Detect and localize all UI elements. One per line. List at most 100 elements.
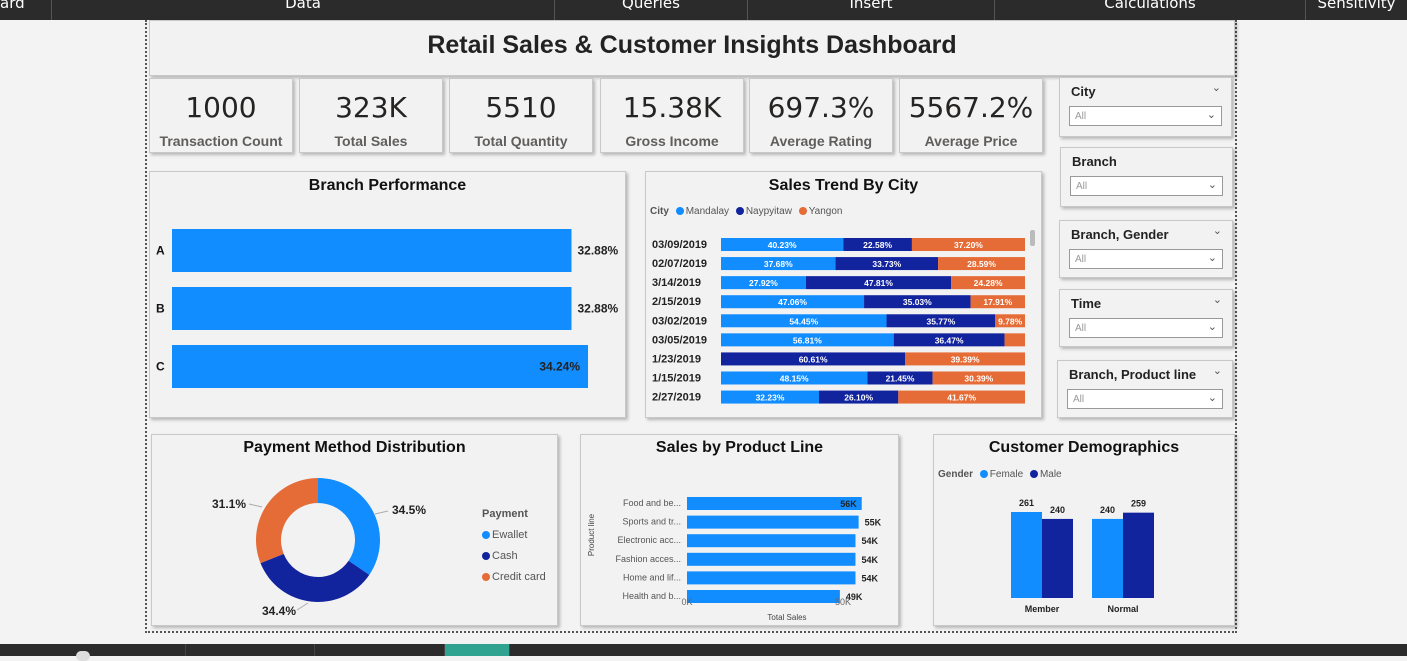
branch-performance-chart: A 32.88% B 32.88% C 34.24%: [156, 229, 619, 388]
leader-line: [248, 503, 263, 508]
kpi-label: Transaction Count: [159, 133, 283, 149]
slicer-label: Branch, Product line: [1069, 367, 1197, 382]
page-tabs-bar: [0, 644, 1407, 661]
kpi-card-total-quantity[interactable]: 5510 Total Quantity: [449, 78, 593, 153]
data-label: 32.88%: [577, 244, 618, 258]
data-label: 259: [1131, 499, 1146, 509]
slicer-branch-gender[interactable]: Branch, Gender ⌄ All ⌄: [1059, 220, 1233, 278]
slicer-city[interactable]: City ⌄ All ⌄: [1059, 77, 1232, 137]
slicer-value: All: [1075, 323, 1087, 334]
legend-item[interactable]: Cash: [492, 550, 518, 562]
data-label: 31.1%: [212, 497, 246, 511]
slicer-dropdown[interactable]: All ⌄: [1070, 176, 1223, 196]
bar: [172, 345, 589, 388]
kpi-card-average-price[interactable]: 5567.2% Average Price: [899, 78, 1043, 153]
page-tab[interactable]: [0, 644, 186, 661]
slicer-dropdown[interactable]: All ⌄: [1069, 249, 1223, 269]
ribbon-tab-sensitivity[interactable]: Sensitivity: [1306, 0, 1407, 20]
product-line-visual[interactable]: Sales by Product Line Product line Food a…: [580, 434, 899, 626]
slicer-value: All: [1073, 394, 1085, 405]
data-label: 30.39%: [964, 373, 993, 383]
category-label: Food and be...: [623, 498, 681, 508]
chevron-down-icon: ⌄: [1207, 252, 1217, 264]
dashboard-title: Retail Sales & Customer Insights Dashboa…: [427, 31, 957, 59]
customer-demographics-visual[interactable]: Customer Demographics Gender Female Male…: [933, 434, 1235, 626]
data-label: 47.81%: [864, 278, 893, 288]
scrollbar-thumb[interactable]: [1030, 230, 1035, 246]
kpi-value: 15.38K: [622, 91, 722, 124]
sales-trend-visual[interactable]: Sales Trend By City City Mandalay Naypyi…: [645, 171, 1042, 418]
page-icon: [76, 651, 90, 661]
category-label: Member: [1025, 604, 1060, 614]
chevron-down-icon[interactable]: ⌄: [1213, 364, 1222, 377]
bar: [1123, 512, 1154, 598]
data-label: 27.92%: [749, 278, 778, 288]
page-tab-active[interactable]: [445, 644, 510, 656]
bar: [687, 534, 856, 548]
ribbon-bar: ard Data Queries Insert Calculations Sen…: [0, 0, 1407, 20]
payment-method-visual[interactable]: Payment Method Distribution 34.5% 34.4% 31…: [151, 434, 558, 626]
data-label: 54K: [861, 536, 878, 546]
slicer-dropdown[interactable]: All ⌄: [1069, 106, 1222, 126]
data-label: 32.23%: [756, 393, 785, 403]
data-label: 240: [1050, 505, 1065, 515]
data-label: 21.45%: [886, 373, 915, 383]
slicer-branch-product-line[interactable]: Branch, Product line ⌄ All ⌄: [1057, 360, 1233, 418]
bar: [687, 552, 856, 566]
legend-item[interactable]: Credit card: [492, 571, 546, 583]
kpi-card-gross-income[interactable]: 15.38K Gross Income: [600, 78, 744, 153]
kpi-card-transaction-count[interactable]: 1000 Transaction Count: [149, 78, 293, 153]
data-label: 54K: [861, 555, 878, 565]
ribbon-tab-data[interactable]: Data: [52, 0, 555, 20]
leader-line: [374, 510, 389, 515]
data-label: 47.06%: [778, 297, 807, 307]
bar: [687, 590, 840, 603]
bar: [1011, 512, 1042, 598]
kpi-label: Total Sales: [334, 133, 408, 149]
category-label: 3/14/2019: [652, 277, 701, 289]
kpi-card-total-sales[interactable]: 323K Total Sales: [299, 78, 443, 153]
kpi-card-average-rating[interactable]: 697.3% Average Rating: [749, 78, 893, 153]
slicer-label: Branch, Gender: [1071, 227, 1169, 242]
data-label: 54K: [861, 573, 878, 583]
page-tab[interactable]: [186, 644, 315, 656]
payment-legend: Payment Ewallet Cash Credit card: [482, 504, 546, 588]
kpi-label: Gross Income: [625, 133, 719, 149]
kpi-value: 323K: [335, 91, 407, 124]
chevron-down-icon[interactable]: ⌄: [1212, 81, 1221, 94]
chevron-down-icon[interactable]: ⌄: [1213, 293, 1222, 306]
title-card: Retail Sales & Customer Insights Dashboa…: [149, 20, 1235, 76]
slicer-dropdown[interactable]: All ⌄: [1069, 318, 1223, 338]
category-label: Fashion acces...: [615, 554, 681, 564]
data-label: 9.78%: [998, 316, 1023, 326]
x-axis-title: Total Sales: [767, 613, 806, 622]
chevron-down-icon: ⌄: [1207, 321, 1217, 333]
category-label: Health and b...: [622, 591, 681, 601]
category-label: Home and lif...: [623, 572, 681, 582]
data-label: 34.4%: [262, 604, 296, 618]
kpi-label: Total Quantity: [474, 133, 568, 149]
chevron-down-icon: ⌄: [1207, 392, 1217, 404]
branch-performance-visual[interactable]: Branch Performance A 32.88% B 32.88% C 34.24%: [149, 171, 626, 418]
legend-item[interactable]: Ewallet: [492, 529, 527, 541]
data-label: 37.20%: [954, 240, 983, 250]
slicer-dropdown[interactable]: All ⌄: [1067, 389, 1223, 409]
ribbon-tab-calculations[interactable]: Calculations: [995, 0, 1306, 20]
data-label: 40.23%: [768, 240, 797, 250]
data-label: 26.10%: [844, 393, 873, 403]
page-tab[interactable]: [315, 644, 445, 656]
chevron-down-icon[interactable]: ⌄: [1213, 224, 1222, 237]
stack-segment: [1004, 333, 1025, 347]
ribbon-tab-queries[interactable]: Queries: [555, 0, 748, 20]
data-label: 41.67%: [947, 393, 976, 403]
customer-demographics-chart: 261 240 Member 240 259 Normal: [1011, 498, 1154, 614]
x-tick-label: 50K: [835, 597, 851, 607]
slicer-time[interactable]: Time ⌄ All ⌄: [1059, 289, 1233, 347]
ribbon-tab-insert[interactable]: Insert: [748, 0, 995, 20]
slicer-branch[interactable]: Branch All ⌄: [1060, 147, 1233, 207]
data-label: 240: [1100, 505, 1115, 515]
category-label: Sports and tr...: [622, 517, 681, 527]
data-label: 261: [1019, 498, 1034, 508]
ribbon-tab-dashboard[interactable]: ard: [0, 0, 52, 20]
data-label: 34.24%: [539, 360, 580, 374]
